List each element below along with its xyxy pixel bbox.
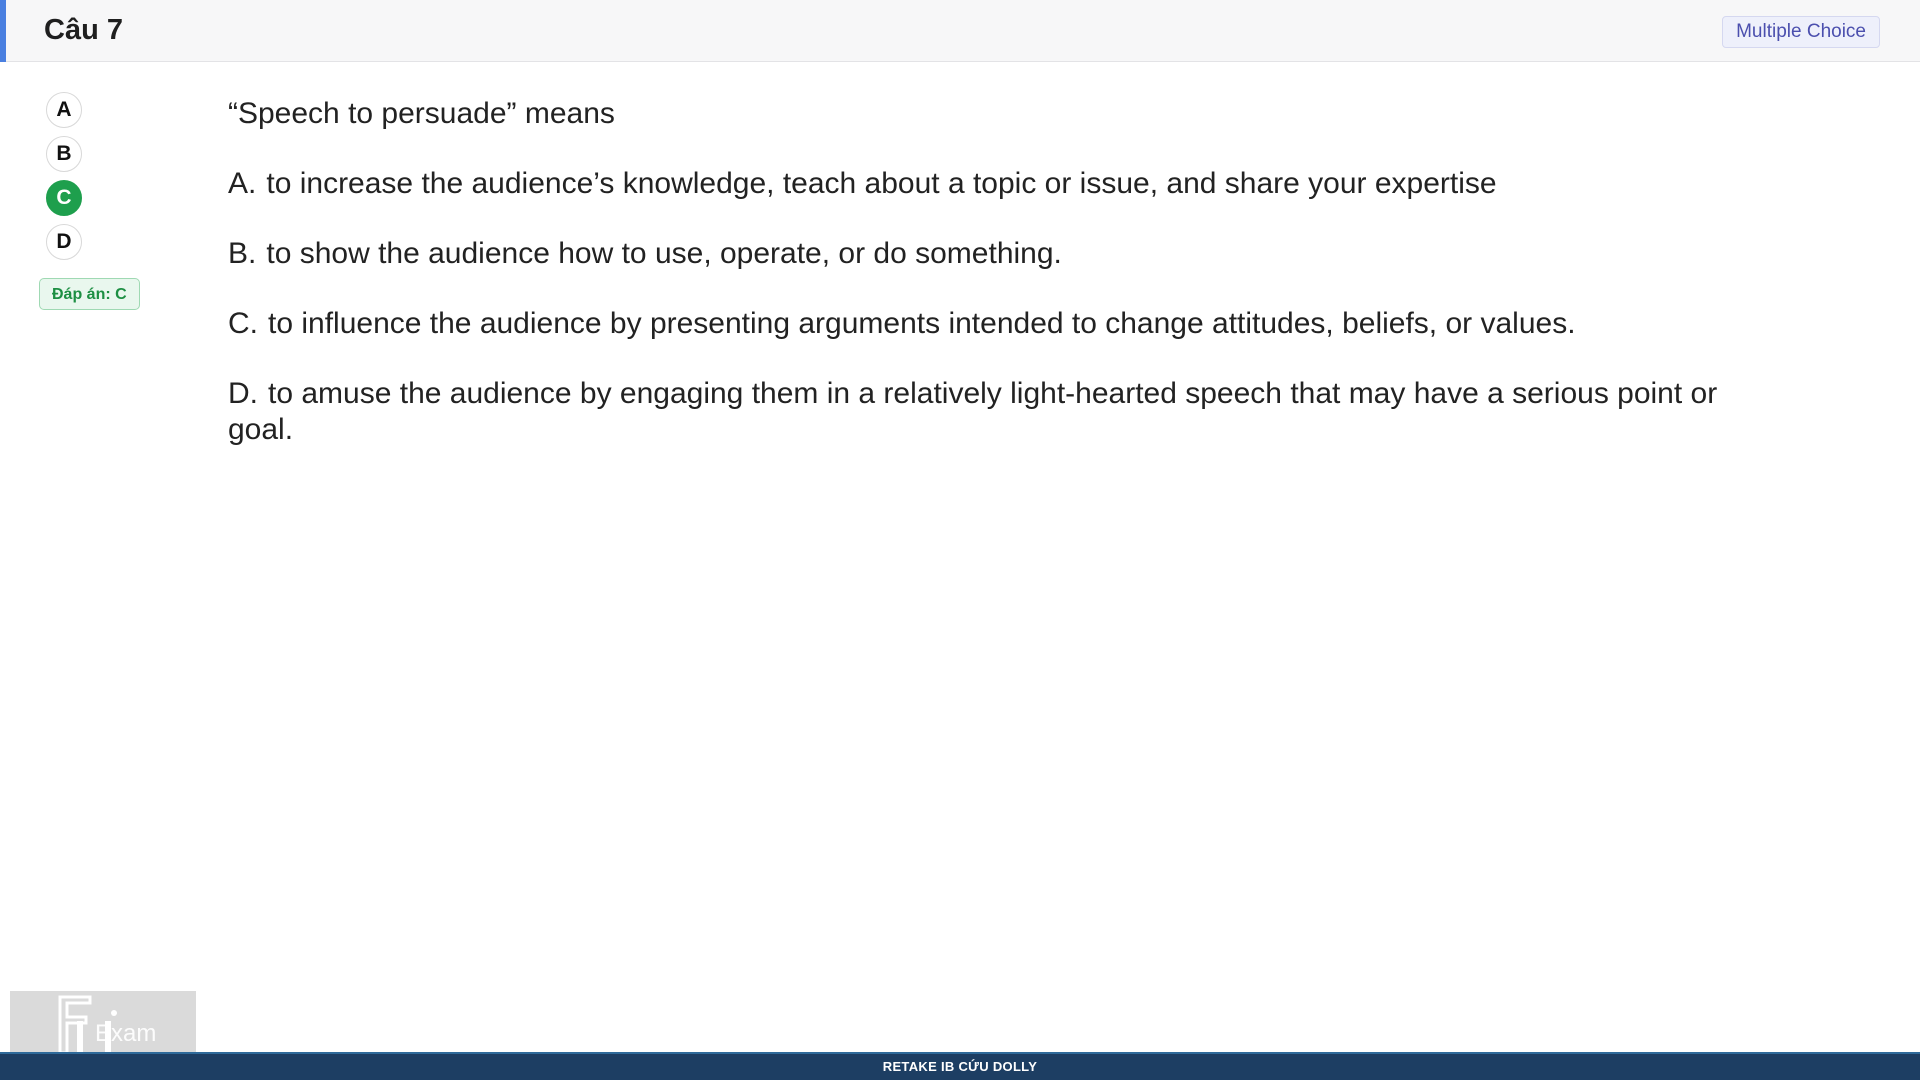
question-header: Câu 7 Multiple Choice xyxy=(0,0,1920,62)
option-text: to amuse the audience by engaging them i… xyxy=(228,377,1718,446)
correct-answer-badge: Đáp án: C xyxy=(39,278,140,310)
header-accent-bar xyxy=(0,0,6,62)
option-letter: D. xyxy=(228,377,258,410)
option-text: to influence the audience by presenting … xyxy=(268,307,1576,340)
option-letter: C. xyxy=(228,307,258,340)
answer-options-nav: A B C D xyxy=(46,92,86,268)
question-type-badge: Multiple Choice xyxy=(1722,16,1880,48)
question-option-c: C. to influence the audience by presentin… xyxy=(228,306,1788,342)
option-a-button[interactable]: A xyxy=(46,92,82,128)
option-text: to show the audience how to use, operate… xyxy=(266,237,1062,270)
question-content: “Speech to persuade” means A. to increase… xyxy=(228,96,1788,482)
question-title: Câu 7 xyxy=(44,14,123,46)
question-stem: “Speech to persuade” means xyxy=(228,97,615,130)
question-option-b: B. to show the audience how to use, opera… xyxy=(228,236,1788,272)
option-d-button[interactable]: D xyxy=(46,224,82,260)
question-option-a: A. to increase the audience’s knowledge, … xyxy=(228,166,1788,202)
footer-text: RETAKE IB CỨU DOLLY xyxy=(882,1059,1038,1074)
footer-bar: RETAKE IB CỨU DOLLY xyxy=(0,1052,1920,1080)
svg-text:Exam: Exam xyxy=(95,1020,156,1047)
option-letter: B. xyxy=(228,237,257,270)
question-page: Câu 7 Multiple Choice A B C D Đáp án: C … xyxy=(0,0,1920,1080)
option-letter: A. xyxy=(228,167,257,200)
option-b-button[interactable]: B xyxy=(46,136,82,172)
option-c-button[interactable]: C xyxy=(46,180,82,216)
option-text: to increase the audience’s knowledge, te… xyxy=(266,167,1497,200)
question-option-d: D. to amuse the audience by engaging them… xyxy=(228,376,1788,448)
